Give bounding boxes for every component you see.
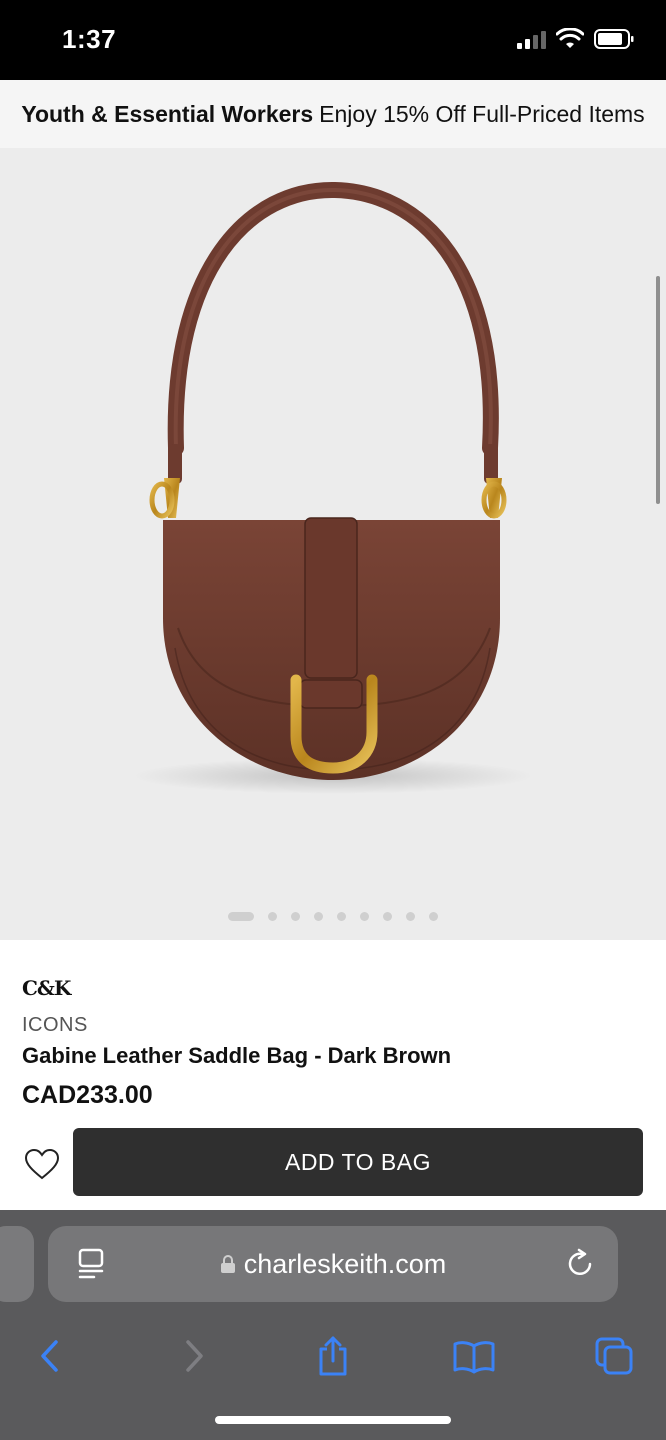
product-image [133,181,533,794]
image-pagination [0,912,666,921]
promo-text: Enjoy 15% Off Full-Priced Items [319,100,645,127]
wishlist-button[interactable] [22,1144,62,1184]
url-text: charleskeith.com [243,1248,447,1279]
pagination-dot[interactable] [268,912,277,921]
pagination-dot[interactable] [314,912,323,921]
reload-icon[interactable] [566,1248,596,1280]
tabs-button[interactable] [592,1334,636,1378]
tabs-icon [595,1337,633,1375]
share-button[interactable] [311,1334,355,1378]
lock-icon [220,1255,235,1273]
bookmarks-button[interactable] [452,1334,496,1378]
browser-toolbar: charleskeith.com [0,1210,666,1440]
pagination-dot[interactable] [291,912,300,921]
product-info: C&K ICONS Gabine Leather Saddle Bag - Da… [22,976,642,1110]
share-icon [319,1336,347,1376]
battery-icon [594,29,634,49]
chevron-right-icon [186,1340,203,1372]
back-button[interactable] [28,1334,72,1378]
book-icon [453,1341,495,1374]
wifi-icon [556,28,584,48]
status-bar: 1:37 [0,0,666,80]
product-category[interactable]: ICONS [22,1014,642,1037]
forward-button[interactable] [172,1334,216,1378]
url-display[interactable]: charleskeith.com [48,1226,618,1302]
product-name: Gabine Leather Saddle Bag - Dark Brown [22,1043,452,1068]
safari-nav-bar [0,1320,666,1390]
pagination-dot[interactable] [406,912,415,921]
brand-logo[interactable]: C&K [22,976,642,1000]
product-price: CAD233.00 [22,1081,153,1109]
heart-icon [24,1148,60,1180]
promo-banner[interactable]: Youth & Essential Workers Enjoy 15% Off … [0,80,666,148]
pagination-dot[interactable] [228,912,254,921]
home-indicator[interactable] [215,1416,451,1424]
chevron-left-icon [41,1340,58,1372]
cellular-signal-icon [517,29,546,49]
pagination-dot[interactable] [337,912,346,921]
pagination-dot[interactable] [360,912,369,921]
promo-bold-text: Youth & Essential Workers [21,100,314,127]
address-bar[interactable]: charleskeith.com [48,1226,618,1302]
previous-tab-peek[interactable] [0,1226,34,1302]
add-to-bag-button[interactable]: ADD TO BAG [73,1128,643,1196]
product-image-gallery[interactable] [0,148,666,940]
pagination-dot[interactable] [429,912,438,921]
status-icons [517,28,634,50]
status-time: 1:37 [62,24,117,54]
scroll-indicator[interactable] [656,276,660,504]
pagination-dot[interactable] [383,912,392,921]
